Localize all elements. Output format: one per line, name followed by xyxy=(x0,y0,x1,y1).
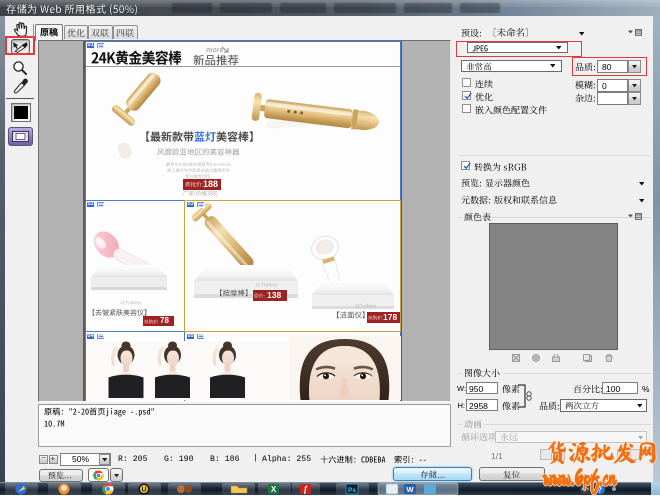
svg-text:X: X xyxy=(271,485,277,494)
svg-text:U: U xyxy=(141,486,146,493)
svg-text:W: W xyxy=(406,485,414,494)
svg-text:Ps: Ps xyxy=(348,486,356,493)
